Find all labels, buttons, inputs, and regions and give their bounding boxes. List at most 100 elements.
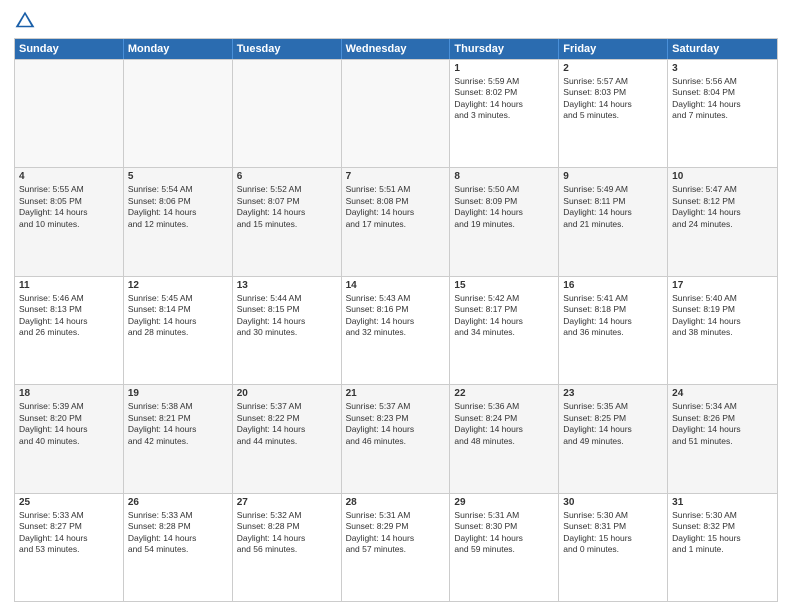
cal-cell [342, 60, 451, 167]
cal-cell: 19 Sunrise: 5:38 AM Sunset: 8:21 PM Dayli… [124, 385, 233, 492]
day-number: 24 [672, 388, 773, 399]
day-number: 29 [454, 497, 554, 508]
cell-info: Sunrise: 5:46 AM Sunset: 8:13 PM Dayligh… [19, 293, 119, 339]
cal-cell [124, 60, 233, 167]
cal-cell: 20 Sunrise: 5:37 AM Sunset: 8:22 PM Dayli… [233, 385, 342, 492]
cell-info: Sunrise: 5:51 AM Sunset: 8:08 PM Dayligh… [346, 184, 446, 230]
cell-info: Sunrise: 5:33 AM Sunset: 8:28 PM Dayligh… [128, 510, 228, 556]
cal-cell: 16 Sunrise: 5:41 AM Sunset: 8:18 PM Dayli… [559, 277, 668, 384]
day-number: 23 [563, 388, 663, 399]
cell-info: Sunrise: 5:43 AM Sunset: 8:16 PM Dayligh… [346, 293, 446, 339]
cal-cell: 15 Sunrise: 5:42 AM Sunset: 8:17 PM Dayli… [450, 277, 559, 384]
cell-info: Sunrise: 5:37 AM Sunset: 8:22 PM Dayligh… [237, 401, 337, 447]
cal-cell: 7 Sunrise: 5:51 AM Sunset: 8:08 PM Daylig… [342, 168, 451, 275]
cal-week-4: 18 Sunrise: 5:39 AM Sunset: 8:20 PM Dayli… [15, 384, 777, 492]
calendar: SundayMondayTuesdayWednesdayThursdayFrid… [14, 38, 778, 602]
day-number: 5 [128, 171, 228, 182]
cell-info: Sunrise: 5:42 AM Sunset: 8:17 PM Dayligh… [454, 293, 554, 339]
cal-cell: 4 Sunrise: 5:55 AM Sunset: 8:05 PM Daylig… [15, 168, 124, 275]
cal-cell: 12Sunrise: 5:45 AM Sunset: 8:14 PM Dayli… [124, 277, 233, 384]
cal-week-5: 25Sunrise: 5:33 AM Sunset: 8:27 PM Dayli… [15, 493, 777, 601]
cal-cell [15, 60, 124, 167]
cell-info: Sunrise: 5:34 AM Sunset: 8:26 PM Dayligh… [672, 401, 773, 447]
day-number: 12 [128, 280, 228, 291]
cal-cell: 2 Sunrise: 5:57 AM Sunset: 8:03 PM Daylig… [559, 60, 668, 167]
cal-week-1: 1 Sunrise: 5:59 AM Sunset: 8:02 PM Daylig… [15, 59, 777, 167]
day-number: 10 [672, 171, 773, 182]
day-number: 11 [19, 280, 119, 291]
cell-info: Sunrise: 5:44 AM Sunset: 8:15 PM Dayligh… [237, 293, 337, 339]
cal-cell: 22 Sunrise: 5:36 AM Sunset: 8:24 PM Dayli… [450, 385, 559, 492]
day-number: 9 [563, 171, 663, 182]
day-number: 14 [346, 280, 446, 291]
cal-cell: 6 Sunrise: 5:52 AM Sunset: 8:07 PM Daylig… [233, 168, 342, 275]
logo [14, 10, 40, 32]
day-number: 7 [346, 171, 446, 182]
day-number: 30 [563, 497, 663, 508]
day-number: 1 [454, 63, 554, 74]
day-number: 8 [454, 171, 554, 182]
cell-info: Sunrise: 5:35 AM Sunset: 8:25 PM Dayligh… [563, 401, 663, 447]
cal-cell: 11 Sunrise: 5:46 AM Sunset: 8:13 PM Dayli… [15, 277, 124, 384]
cal-header-tuesday: Tuesday [233, 39, 342, 59]
cell-info: Sunrise: 5:36 AM Sunset: 8:24 PM Dayligh… [454, 401, 554, 447]
cal-header-monday: Monday [124, 39, 233, 59]
cal-cell: 13 Sunrise: 5:44 AM Sunset: 8:15 PM Dayli… [233, 277, 342, 384]
cell-info: Sunrise: 5:39 AM Sunset: 8:20 PM Dayligh… [19, 401, 119, 447]
day-number: 2 [563, 63, 663, 74]
cal-week-3: 11 Sunrise: 5:46 AM Sunset: 8:13 PM Dayli… [15, 276, 777, 384]
day-number: 19 [128, 388, 228, 399]
day-number: 27 [237, 497, 337, 508]
cell-info: Sunrise: 5:30 AM Sunset: 8:31 PM Dayligh… [563, 510, 663, 556]
day-number: 22 [454, 388, 554, 399]
cal-cell: 18 Sunrise: 5:39 AM Sunset: 8:20 PM Dayli… [15, 385, 124, 492]
cal-cell: 23 Sunrise: 5:35 AM Sunset: 8:25 PM Dayli… [559, 385, 668, 492]
day-number: 6 [237, 171, 337, 182]
day-number: 21 [346, 388, 446, 399]
cal-cell: 9Sunrise: 5:49 AM Sunset: 8:11 PM Daylig… [559, 168, 668, 275]
cal-cell: 8Sunrise: 5:50 AM Sunset: 8:09 PM Daylig… [450, 168, 559, 275]
day-number: 4 [19, 171, 119, 182]
cell-info: Sunrise: 5:41 AM Sunset: 8:18 PM Dayligh… [563, 293, 663, 339]
logo-icon [14, 10, 36, 32]
cell-info: Sunrise: 5:55 AM Sunset: 8:05 PM Dayligh… [19, 184, 119, 230]
day-number: 26 [128, 497, 228, 508]
day-number: 28 [346, 497, 446, 508]
cell-info: Sunrise: 5:57 AM Sunset: 8:03 PM Dayligh… [563, 76, 663, 122]
cal-header-saturday: Saturday [668, 39, 777, 59]
cal-cell: 26 Sunrise: 5:33 AM Sunset: 8:28 PM Dayli… [124, 494, 233, 601]
cell-info: Sunrise: 5:33 AM Sunset: 8:27 PM Dayligh… [19, 510, 119, 556]
cal-cell: 10Sunrise: 5:47 AM Sunset: 8:12 PM Dayli… [668, 168, 777, 275]
cal-cell: 31 Sunrise: 5:30 AM Sunset: 8:32 PM Dayli… [668, 494, 777, 601]
cell-info: Sunrise: 5:56 AM Sunset: 8:04 PM Dayligh… [672, 76, 773, 122]
cal-header-wednesday: Wednesday [342, 39, 451, 59]
day-number: 17 [672, 280, 773, 291]
cal-cell: 28 Sunrise: 5:31 AM Sunset: 8:29 PM Dayli… [342, 494, 451, 601]
cell-info: Sunrise: 5:37 AM Sunset: 8:23 PM Dayligh… [346, 401, 446, 447]
day-number: 16 [563, 280, 663, 291]
cal-header-friday: Friday [559, 39, 668, 59]
header [14, 10, 778, 32]
day-number: 13 [237, 280, 337, 291]
day-number: 15 [454, 280, 554, 291]
cal-cell: 25Sunrise: 5:33 AM Sunset: 8:27 PM Dayli… [15, 494, 124, 601]
cell-info: Sunrise: 5:52 AM Sunset: 8:07 PM Dayligh… [237, 184, 337, 230]
day-number: 18 [19, 388, 119, 399]
calendar-header: SundayMondayTuesdayWednesdayThursdayFrid… [15, 39, 777, 59]
cell-info: Sunrise: 5:38 AM Sunset: 8:21 PM Dayligh… [128, 401, 228, 447]
cal-cell [233, 60, 342, 167]
cal-cell: 17Sunrise: 5:40 AM Sunset: 8:19 PM Dayli… [668, 277, 777, 384]
day-number: 31 [672, 497, 773, 508]
cal-week-2: 4 Sunrise: 5:55 AM Sunset: 8:05 PM Daylig… [15, 167, 777, 275]
cell-info: Sunrise: 5:32 AM Sunset: 8:28 PM Dayligh… [237, 510, 337, 556]
day-number: 3 [672, 63, 773, 74]
day-number: 20 [237, 388, 337, 399]
cell-info: Sunrise: 5:59 AM Sunset: 8:02 PM Dayligh… [454, 76, 554, 122]
cell-info: Sunrise: 5:30 AM Sunset: 8:32 PM Dayligh… [672, 510, 773, 556]
cal-cell: 21 Sunrise: 5:37 AM Sunset: 8:23 PM Dayli… [342, 385, 451, 492]
cell-info: Sunrise: 5:31 AM Sunset: 8:29 PM Dayligh… [346, 510, 446, 556]
cal-cell: 5Sunrise: 5:54 AM Sunset: 8:06 PM Daylig… [124, 168, 233, 275]
cal-cell: 1 Sunrise: 5:59 AM Sunset: 8:02 PM Daylig… [450, 60, 559, 167]
calendar-body: 1 Sunrise: 5:59 AM Sunset: 8:02 PM Daylig… [15, 59, 777, 601]
cal-cell: 24 Sunrise: 5:34 AM Sunset: 8:26 PM Dayli… [668, 385, 777, 492]
